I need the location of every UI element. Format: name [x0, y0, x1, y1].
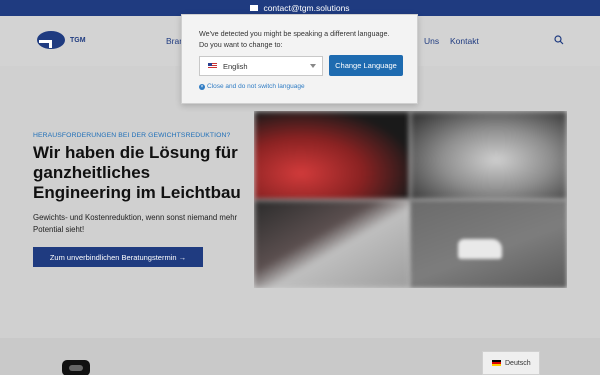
language-popup-message: We've detected you might be speaking a d…	[199, 29, 390, 49]
contact-email-link[interactable]: contact@tgm.solutions	[263, 3, 349, 13]
logo-mark-icon	[37, 31, 65, 49]
change-language-button[interactable]: Change Language	[329, 55, 403, 76]
tgm-logo[interactable]: TGM	[36, 30, 86, 50]
car-image	[458, 239, 502, 259]
language-select[interactable]: English	[199, 56, 323, 76]
hero-image-tile	[410, 111, 567, 200]
hero-image-collage	[254, 111, 567, 288]
hero-headline: Wir haben die Lösung für ganzheitliches …	[33, 143, 241, 202]
logo-text: TGM	[70, 36, 86, 44]
hero-subtext: Gewichts- und Kostenreduktion, wenn sons…	[33, 213, 238, 234]
selected-language-label: English	[223, 61, 248, 71]
language-detection-popup: We've detected you might be speaking a d…	[181, 14, 418, 104]
search-icon[interactable]	[554, 35, 564, 45]
language-switcher-label: Deutsch	[505, 359, 531, 367]
mail-icon	[250, 5, 259, 11]
close-link-label: Close and do not switch language	[207, 83, 305, 90]
hero-eyebrow: HERAUSFORDERUNGEN BEI DER GEWICHTSREDUKT…	[33, 132, 231, 139]
hero-image-tile	[254, 200, 410, 288]
german-flag-icon	[492, 360, 501, 366]
toggle-icon[interactable]	[62, 360, 90, 375]
us-flag-icon	[208, 63, 217, 69]
close-language-popup-link[interactable]: × Close and do not switch language	[199, 83, 305, 90]
close-icon: ×	[199, 83, 205, 90]
chevron-down-icon	[310, 64, 316, 68]
hero-image-tile	[254, 111, 410, 200]
language-switcher[interactable]: Deutsch	[482, 351, 540, 375]
consultation-cta-button[interactable]: Zum unverbindlichen Beratungstermin →	[33, 247, 203, 267]
nav-item-contact[interactable]: Kontakt	[450, 36, 479, 46]
nav-item-about[interactable]: Uns	[424, 36, 439, 46]
